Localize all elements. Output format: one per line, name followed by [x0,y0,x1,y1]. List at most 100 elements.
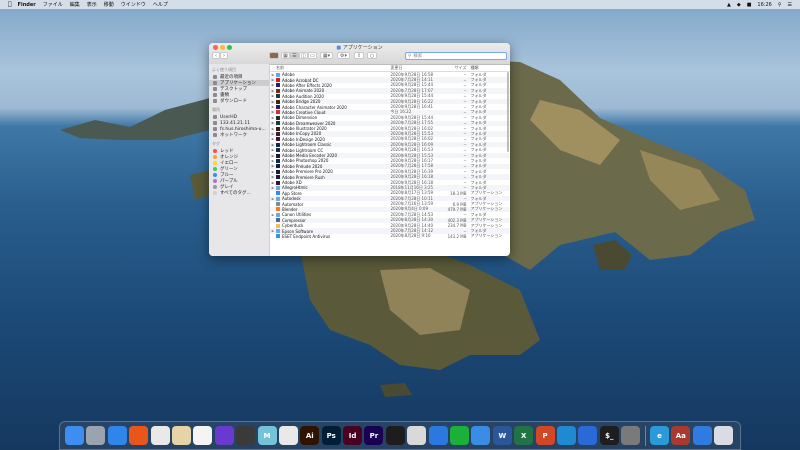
gallery-view-button[interactable]: ▭ [308,52,317,59]
file-size: 18.3 MB [450,190,467,196]
menu-go[interactable]: 移動 [104,1,114,8]
forward-button[interactable]: › [220,52,228,59]
file-name-cell: ▶ Adobe InDesign 2020 [270,137,390,142]
firefox-icon[interactable] [129,426,149,445]
list-view-button[interactable]: ☰ [290,52,299,59]
file-size: -- [463,228,467,234]
menu-window[interactable]: ウインドウ [121,1,146,8]
sidebar-tag[interactable]: すべてのタグ... [209,190,269,196]
acrobat-icon[interactable] [278,426,298,445]
file-name-cell: Compressor [270,218,390,223]
xcode-icon[interactable] [578,426,598,445]
file-size: -- [463,212,467,218]
word-icon[interactable]: W [492,426,512,445]
column-size[interactable]: サイズ [445,65,471,71]
photoshop-icon[interactable]: Ps [321,426,341,445]
final-cut-icon[interactable] [236,426,256,445]
keynote-stand-icon[interactable] [471,426,491,445]
photos-icon[interactable] [193,426,213,445]
share-button[interactable]: ⇧ [354,52,364,59]
launchpad-icon[interactable] [86,426,106,445]
keynote-icon[interactable] [428,426,448,445]
menu-clock[interactable]: 16:26 [757,2,771,8]
pencil-app-icon[interactable] [171,426,191,445]
apple-menu-icon[interactable]:  [8,1,12,8]
column-date[interactable]: 変更日 [391,65,445,71]
preview-icon[interactable] [407,426,427,445]
tag-dot-icon [213,155,217,159]
vscode-icon[interactable] [556,426,576,445]
file-size: -- [463,109,467,115]
column-name[interactable]: 名前 [270,65,391,71]
file-row[interactable]: ESET Endpoint Antivirus 2020年8月28日 9:16 14… [270,233,510,239]
network-globe-icon[interactable] [692,426,712,445]
file-name-cell: ▶ Adobe Animate 2020 [270,88,390,93]
sidebar-section-header: 場所 [212,107,220,112]
finder-icon[interactable] [65,426,84,445]
menu-help[interactable]: ヘルプ [153,1,168,8]
action-gear-icon[interactable]: ⚙▾ [337,52,350,59]
wifi-icon[interactable]: ▲ [727,2,731,8]
file-size: -- [463,196,467,202]
file-name-cell: ▶ Adobe Media Encoder 2020 [270,153,390,158]
sidebar-item[interactable]: ダウンロード [209,98,269,104]
file-name: Adobe XD [282,180,302,185]
file-size: -- [463,142,467,148]
file-name: Adobe Lightroom CC [282,147,324,153]
sidebar-item[interactable]: ネットワーク [209,132,269,138]
apps-icon [213,81,217,85]
file-size: 479.7 MB [447,206,467,212]
excel-icon[interactable]: X [514,426,534,445]
menu-app-name[interactable]: Finder [18,2,36,8]
folder-icon [276,137,280,142]
file-name: Adobe Audition 2020 [282,93,324,99]
file-name-cell: ▶ Adobe InCopy 2020 [270,131,390,136]
system-preferences-icon[interactable] [621,426,641,445]
tag-dot-icon [213,185,217,189]
file-size: -- [463,185,467,191]
back-button[interactable]: ‹ [212,52,220,59]
edge-icon[interactable]: e [649,426,669,445]
clapper-icon[interactable] [385,426,405,445]
dictionary-icon[interactable]: Aa [671,426,691,445]
file-name: Adobe Prelude 2020 [282,163,323,169]
safari-icon[interactable] [107,426,127,445]
tag-dot-icon [213,161,217,165]
notification-center-icon[interactable]: ☰ [788,2,792,8]
illustrator-icon[interactable]: Ai [300,426,320,445]
terminal-icon[interactable]: $_ [599,426,619,445]
file-name: AllegroHtmlc [282,185,308,191]
trash-icon[interactable] [714,426,734,445]
file-name: Adobe Lightroom Classic [282,142,332,148]
folder-icon [276,121,280,126]
sidebar-section-header: タグ [212,141,220,146]
spotlight-icon[interactable]: ⚲ [778,2,782,8]
column-kind[interactable]: 種類 [471,65,510,71]
menu-edit[interactable]: 編集 [70,1,80,8]
app-icon [276,218,280,223]
search-field[interactable]: ⚲ 検索 [405,52,507,60]
chrome-icon[interactable] [150,426,170,445]
menu-file[interactable]: ファイル [43,1,63,8]
file-size: -- [463,163,467,169]
cover-thumbnail-icon[interactable] [269,52,279,59]
icon-view-button[interactable]: ▦ [281,52,290,59]
folder-icon [276,196,280,201]
group-button[interactable]: ▦▾ [320,52,333,59]
scrollbar[interactable] [507,72,509,152]
powerpoint-icon[interactable]: P [535,426,555,445]
file-name: Adobe Animate 2020 [282,88,325,94]
input-source-icon[interactable]: ■ [747,2,752,8]
column-view-button[interactable]: ◫ [299,52,308,59]
numbers-icon[interactable] [450,426,470,445]
premiere-icon[interactable]: Pr [364,426,384,445]
file-size: -- [463,153,467,159]
menu-view[interactable]: 表示 [87,1,97,8]
tag-button[interactable]: ○ [367,52,377,59]
app-m-icon[interactable]: M [257,426,277,445]
file-name-cell: ▶ Autodesk [270,196,390,201]
indesign-icon[interactable]: Id [343,426,363,445]
file-name-cell: ▶ Adobe Dimension [270,115,390,120]
imovie-icon[interactable] [214,426,234,445]
menu-extra-icon[interactable]: ◆ [737,2,741,8]
